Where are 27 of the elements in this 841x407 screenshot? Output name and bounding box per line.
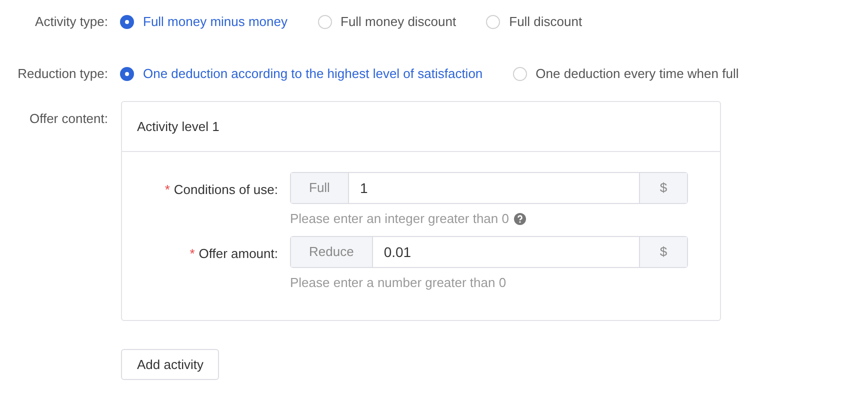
- field-label: Reduction type:: [16, 65, 108, 84]
- radio-option[interactable]: Full money discount: [318, 12, 456, 32]
- required-mark: *: [190, 245, 195, 263]
- amount-input[interactable]: Full 1 $: [290, 172, 688, 204]
- radio-icon: [512, 67, 527, 81]
- radio-icon: [120, 15, 134, 29]
- radio-option[interactable]: One deduction every time when full: [512, 64, 739, 84]
- input-suffix: $: [639, 237, 687, 267]
- field-label: Activity type:: [34, 13, 108, 32]
- hint-text: Please enter a number greater than 0: [290, 274, 506, 292]
- field-label: Offer amount:: [198, 245, 278, 263]
- amount-input[interactable]: Reduce 0.01 $: [290, 236, 688, 268]
- input-prefix: Reduce: [291, 237, 373, 267]
- radio-option[interactable]: Full money minus money: [120, 12, 288, 32]
- radio-option[interactable]: One deduction according to the highest level of satisfaction: [120, 64, 483, 84]
- input-prefix: Full: [291, 173, 349, 203]
- field-label: Offer content:: [28, 110, 108, 128]
- input-suffix: $: [639, 173, 687, 203]
- radio-icon: [120, 67, 134, 81]
- add-activity-button[interactable]: Add activity: [121, 349, 220, 380]
- field-label: Conditions of use:: [174, 181, 278, 199]
- radio-option[interactable]: Full discount: [486, 12, 582, 32]
- hint-text: Please enter an integer greater than 0: [290, 210, 509, 228]
- radio-icon: [486, 15, 500, 29]
- required-mark: *: [164, 181, 170, 199]
- card-title: Activity level 1: [137, 118, 220, 136]
- radio-icon: [318, 15, 332, 29]
